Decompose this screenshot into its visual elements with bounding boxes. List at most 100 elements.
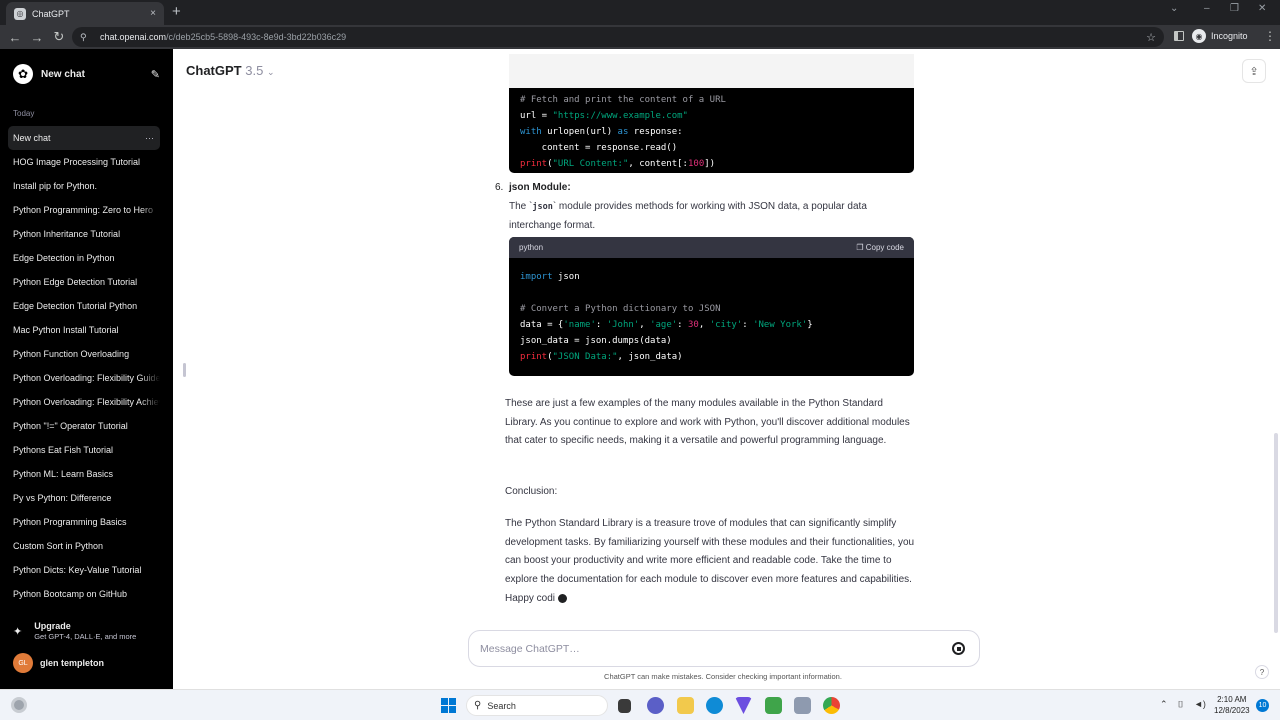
sidebar-item[interactable]: Python Programming: Zero to Hero [8,198,160,222]
sidebar-item[interactable]: Pythons Eat Fish Tutorial [8,438,160,462]
chrome-browser-icon[interactable] [823,697,840,714]
sidebar-item[interactable]: Python Overloading: Flexibility Guide [8,366,160,390]
code-line: content = response.read() [520,143,678,153]
fade-overlay [140,558,160,582]
bookmark-star-icon[interactable]: ☆ [1146,31,1156,44]
sidebar-item[interactable]: Edge Detection in Python [8,246,160,270]
sidebar-item[interactable]: Custom Sort in Python [8,534,160,558]
stop-generating-button[interactable] [952,642,965,655]
sidebar-item[interactable]: Python ML: Learn Basics [8,462,160,486]
window-close-icon[interactable]: ✕ [1258,3,1266,14]
task-view-icon[interactable] [618,699,631,713]
sidebar-item[interactable]: Python Dicts: Key-Value Tutorial [8,558,160,582]
sidebar-item-label: Python Overloading: Flexibility Achieved [13,397,160,407]
sidebar-item[interactable]: Python Inheritance Tutorial [8,222,160,246]
network-icon[interactable]: ⌷ [1178,699,1183,710]
message-composer[interactable]: Message ChatGPT… [468,630,980,667]
desc-prefix: The ` [509,201,533,212]
taskbar-search[interactable]: ⚲ Search [466,695,608,716]
sidebar: ✿ New chat ✎ Today New chat ··· HOG Image … [0,49,173,689]
share-button[interactable]: ⇪ [1242,59,1266,83]
vpn-app-icon[interactable] [735,697,752,714]
help-button[interactable]: ? [1255,665,1269,679]
edge-browser-icon[interactable] [706,697,723,714]
fade-overlay [140,438,160,462]
reload-icon[interactable]: ↻ [48,29,70,45]
sidebar-item[interactable]: Py vs Python: Difference [8,486,160,510]
window-min-icon[interactable]: – [1204,3,1210,14]
copy-code-label: Copy code [865,243,904,252]
model-selector[interactable]: ChatGPT 3.5 ⌄ [186,63,275,78]
forward-icon[interactable]: → [26,30,48,45]
code-line: # Convert a Python dictionary to JSON [520,304,721,314]
sidebar-item[interactable]: HOG Image Processing Tutorial [8,150,160,174]
windows-start-icon[interactable] [441,698,456,713]
share-icon: ⇪ [1249,65,1259,78]
code-line: # Fetch and print the content of a URL [520,95,726,105]
sidebar-item[interactable]: Python Edge Detection Tutorial [8,270,160,294]
sidebar-item[interactable]: Mac Python Install Tutorial [8,318,160,342]
fade-overlay [140,414,160,438]
sidebar-item[interactable]: New chat ··· [8,126,160,150]
sidebar-item-label: Python Function Overloading [13,349,130,359]
sidebar-resize-handle[interactable] [183,363,186,377]
widgets-icon[interactable] [11,697,27,713]
notification-badge[interactable]: 10 [1256,699,1269,712]
photos-app-icon[interactable] [794,697,811,714]
back-icon[interactable]: ← [4,30,26,45]
code-language: python [519,243,544,252]
new-tab-button[interactable]: + [172,3,181,20]
code-block-urllib: # Fetch and print the content of a URL ur… [509,54,914,173]
window-restore-icon[interactable]: ❐ [1230,3,1239,14]
search-icon: ⚲ [474,700,482,711]
copy-code-button[interactable]: ❐ Copy code [856,243,904,252]
notepad-app-icon[interactable] [765,697,782,714]
message-input[interactable]: Message ChatGPT… [480,643,952,655]
code-line: url = "https://www.example.com" [520,111,688,121]
upgrade-button[interactable]: ✦ Upgrade Get GPT-4, DALL·E, and more [13,621,136,641]
sidebar-item[interactable]: Python Overloading: Flexibility Achieved [8,390,160,414]
scrollbar[interactable] [1274,433,1278,633]
browser-tab[interactable]: ◎ ChatGPT × [6,2,164,25]
volume-icon[interactable]: ◄) [1194,699,1206,709]
address-bar[interactable]: ⚲ chat.openai.com/c/deb25cb5-5898-493c-8… [72,27,1164,47]
sidebar-item[interactable]: Python Programming Basics [8,510,160,534]
taskbar-clock[interactable]: 2:10 AM 12/8/2023 [1214,694,1250,716]
clipboard-icon: ❐ [856,243,864,252]
browser-menu-icon[interactable]: ⋮ [1264,29,1276,43]
url-domain: chat.openai.com [100,32,167,42]
more-options-icon[interactable]: ··· [145,133,154,143]
list-item-title: json Module: [509,182,571,193]
site-info-icon[interactable]: ⚲ [80,32,90,42]
new-chat-label: New chat [41,68,85,80]
user-menu[interactable]: GL glen templeton [13,653,104,673]
tab-title: ChatGPT [32,8,70,19]
fade-overlay [140,486,160,510]
sidebar-item-label: New chat [13,133,51,143]
tray-chevron-icon[interactable]: ⌃ [1160,699,1168,710]
chat-app-icon[interactable] [647,697,664,714]
side-panel-icon[interactable] [1174,31,1184,41]
sidebar-item[interactable]: Python "!=" Operator Tutorial [8,414,160,438]
sidebar-item[interactable]: Python Bootcamp on GitHub [8,582,160,606]
incognito-indicator[interactable]: ◉ Incognito [1192,29,1248,43]
file-explorer-icon[interactable] [677,697,694,714]
sidebar-item[interactable]: Edge Detection Tutorial Python [8,294,160,318]
sidebar-item[interactable]: Install pip for Python. [8,174,160,198]
sidebar-item-label: Edge Detection Tutorial Python [13,301,138,311]
sidebar-item-label: Python ML: Learn Basics [13,469,114,479]
summary-paragraph: These are just a few examples of the man… [505,398,910,447]
desc-suffix: ` module provides methods for working wi… [509,201,867,231]
sidebar-item-label: Python Inheritance Tutorial [13,229,121,239]
sidebar-item[interactable]: Python Function Overloading [8,342,160,366]
new-chat-button[interactable]: ✿ New chat ✎ [8,61,160,87]
inline-code: json [532,202,553,212]
tab-close-icon[interactable]: × [150,8,156,19]
browser-toolbar: ← → ↻ ⚲ chat.openai.com/c/deb25cb5-5898-… [0,25,1280,49]
edit-icon[interactable]: ✎ [151,68,160,81]
window-minimize-icon[interactable]: ⌄ [1170,3,1178,14]
code-lines: import json # Convert a Python dictionar… [509,258,914,376]
chatgpt-favicon-icon: ◎ [14,7,26,20]
fade-overlay [140,174,160,198]
